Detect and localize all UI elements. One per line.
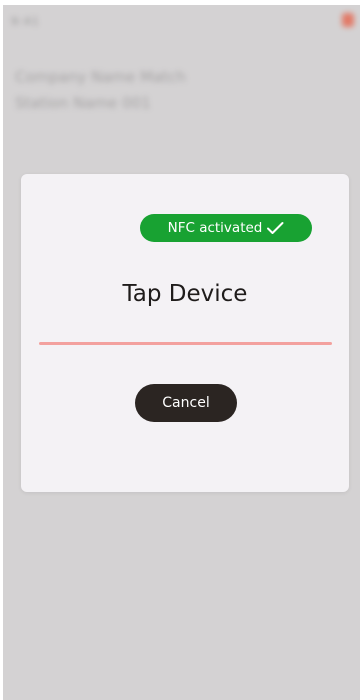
- nfc-badge-label: NFC activated: [167, 220, 263, 236]
- background-station-name: Station Name 001: [15, 94, 151, 112]
- cancel-button[interactable]: Cancel: [135, 384, 237, 422]
- scan-progress-line: [39, 342, 332, 345]
- background-company-name: Company Name Match: [15, 68, 186, 86]
- nfc-dialog: NFC activated Tap Device Cancel: [21, 174, 349, 492]
- status-indicator-icon: [342, 13, 354, 27]
- nfc-status-badge: NFC activated: [140, 214, 312, 242]
- check-icon: [267, 222, 284, 234]
- dialog-title: Tap Device: [122, 281, 248, 307]
- status-bar-time: 9:41: [11, 15, 40, 28]
- screen-backdrop: 9:41 Company Name Match Station Name 001…: [3, 5, 360, 700]
